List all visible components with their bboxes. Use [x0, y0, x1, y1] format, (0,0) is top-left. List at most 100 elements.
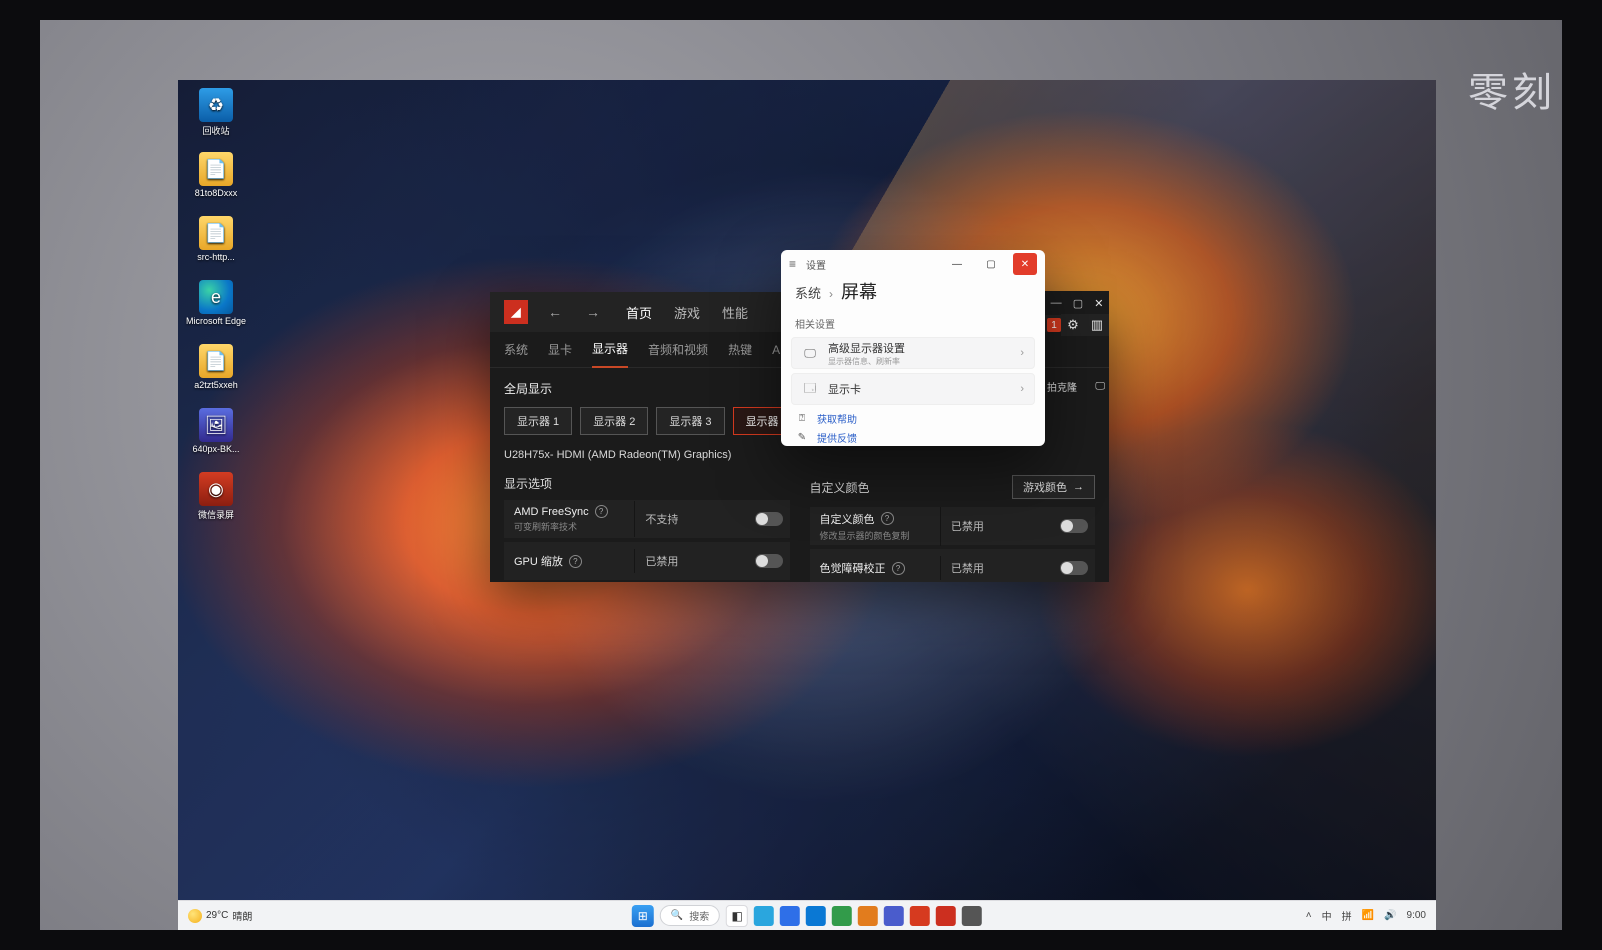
tab-gpu[interactable]: 显卡: [548, 332, 572, 367]
amd-clone-row-peek: 拍克隆 🖵: [1043, 375, 1109, 397]
info-icon[interactable]: ?: [892, 562, 905, 575]
amd-settings-gear-icon[interactable]: ⚙: [1061, 314, 1085, 336]
settings-window-title: 设置: [806, 257, 826, 272]
nav-back-button[interactable]: ←: [544, 304, 566, 320]
link-label: 提供反馈: [817, 430, 857, 445]
row-freesync-label: AMD FreeSync: [514, 506, 589, 518]
settings-breadcrumb: 系统 › 屏幕: [781, 278, 1045, 310]
desktop-icon-file-4[interactable]: 🖼 640px-BK...: [184, 408, 248, 466]
desktop-icon-label: 回收站: [202, 124, 229, 137]
monitor-screen: ♻ 回收站 📄 81to8Dxxx 📄 src-http... e Micros…: [178, 80, 1436, 930]
row-customcolor-label: 自定义颜色: [820, 511, 875, 527]
search-placeholder: 搜索: [689, 908, 709, 923]
amd-notification-badge[interactable]: 1: [1047, 318, 1061, 332]
amd-clone-label: 拍克隆: [1047, 379, 1077, 394]
gpuscale-toggle[interactable]: [755, 554, 783, 568]
give-feedback-link[interactable]: ✎ 提供反馈: [795, 430, 1031, 445]
info-icon[interactable]: ?: [595, 505, 608, 518]
desktop-icon-label: Microsoft Edge: [186, 316, 246, 326]
display-3-button[interactable]: 显示器 3: [656, 407, 724, 435]
info-icon[interactable]: ?: [569, 555, 582, 568]
row-gpu-scaling: GPU 缩放? 已禁用: [504, 542, 790, 580]
freesync-toggle[interactable]: [755, 512, 783, 526]
taskbar-app-edge[interactable]: [806, 906, 826, 926]
taskbar-app-2[interactable]: [780, 906, 800, 926]
taskbar-weather-widget[interactable]: 29°C 晴朗: [188, 908, 252, 923]
taskbar-app-settings[interactable]: [962, 906, 982, 926]
row-gpuscale-label: GPU 缩放: [514, 553, 563, 569]
tab-hotkeys[interactable]: 热键: [728, 332, 752, 367]
settings-item-title: 显示卡: [828, 381, 1010, 397]
display-2-button[interactable]: 显示器 2: [580, 407, 648, 435]
breadcrumb-display: 屏幕: [841, 278, 877, 304]
desktop-icon-label: a2tzt5xxeh: [194, 380, 238, 390]
desktop-icon-edge[interactable]: e Microsoft Edge: [184, 280, 248, 338]
ime-indicator-1[interactable]: 中: [1322, 908, 1332, 923]
settings-titlebar: ≡ 设置 — ▢ ✕: [781, 250, 1045, 278]
chevron-right-icon: ›: [1020, 347, 1024, 359]
desktop-icon-file-2[interactable]: 📄 src-http...: [184, 216, 248, 274]
settings-close-button[interactable]: ✕: [1013, 253, 1037, 275]
taskbar-app-6[interactable]: [884, 906, 904, 926]
amd-maximize-button[interactable]: ▢: [1073, 297, 1083, 310]
row-customcolor-sub: 修改显示器的颜色复制: [820, 529, 930, 542]
desktop-icon-label: src-http...: [197, 252, 235, 262]
amd-minimize-button[interactable]: —: [1051, 297, 1062, 309]
settings-item-title: 高级显示器设置: [828, 340, 1010, 356]
nav-games[interactable]: 游戏: [674, 303, 700, 322]
link-label: 获取帮助: [817, 411, 857, 426]
game-color-button[interactable]: 游戏颜色 →: [1012, 475, 1095, 499]
recycle-bin-icon: ♻: [199, 88, 233, 122]
nav-performance[interactable]: 性能: [722, 303, 748, 322]
clock-time[interactable]: 9:00: [1407, 910, 1426, 921]
row-freesync-sub: 可变刷新率技术: [514, 520, 624, 533]
nav-forward-button[interactable]: →: [582, 304, 604, 320]
get-help-link[interactable]: ⍰ 获取帮助: [795, 411, 1031, 426]
monitor-icon[interactable]: 🖵: [1095, 381, 1105, 392]
tab-audio-video[interactable]: 音频和视频: [648, 332, 708, 367]
hamburger-icon[interactable]: ≡: [789, 257, 796, 271]
taskbar-search[interactable]: 🔍 搜索: [660, 905, 720, 926]
taskbar-app-1[interactable]: [754, 906, 774, 926]
breadcrumb-system[interactable]: 系统: [795, 283, 821, 302]
start-button[interactable]: ⊞: [632, 905, 654, 927]
settings-item-advanced-display[interactable]: 🖵 高级显示器设置 显示器信息、刷新率 ›: [791, 337, 1035, 369]
settings-maximize-button[interactable]: ▢: [979, 253, 1003, 275]
help-icon: ⍰: [795, 413, 809, 424]
info-icon[interactable]: ?: [881, 512, 894, 525]
windows-settings-window: ≡ 设置 — ▢ ✕ 系统 › 屏幕 相关设置 🖵 高级显示器设置 显示器信息、…: [781, 250, 1045, 446]
amd-sidebar-toggle-icon[interactable]: ▥: [1085, 314, 1109, 336]
tab-display[interactable]: 显示器: [592, 331, 628, 368]
display-1-button[interactable]: 显示器 1: [504, 407, 572, 435]
related-settings-label: 相关设置: [781, 310, 1045, 333]
desktop-icon-file-3[interactable]: 📄 a2tzt5xxeh: [184, 344, 248, 402]
taskbar-right: ˄ 中 拼 📶 🔊 9:00: [1306, 908, 1436, 923]
taskbar-app-amd[interactable]: [936, 906, 956, 926]
file-icon: 📄: [199, 152, 233, 186]
taskbar-app-7[interactable]: [910, 906, 930, 926]
colortemp-toggle[interactable]: [1060, 561, 1088, 575]
desktop-icon-file-1[interactable]: 📄 81to8Dxxx: [184, 152, 248, 210]
tab-system[interactable]: 系统: [504, 332, 528, 367]
video-watermark: 零刻: [1468, 60, 1556, 118]
desktop-icon-label: 微信录屏: [198, 508, 234, 521]
nav-home[interactable]: 首页: [626, 303, 652, 322]
amd-close-button[interactable]: ✕: [1094, 297, 1103, 310]
desktop-icon-label: 81to8Dxxx: [195, 188, 238, 198]
ime-indicator-2[interactable]: 拼: [1342, 908, 1352, 923]
windows-taskbar: 29°C 晴朗 ⊞ 🔍 搜索 ◧: [178, 900, 1436, 930]
tray-chevron-icon[interactable]: ˄: [1306, 910, 1312, 921]
taskbar-app-5[interactable]: [858, 906, 878, 926]
wifi-icon[interactable]: 📶: [1362, 910, 1374, 921]
taskbar-app-4[interactable]: [832, 906, 852, 926]
desktop-icon-label: 640px-BK...: [192, 444, 239, 454]
desktop-icon-recycle-bin[interactable]: ♻ 回收站: [184, 88, 248, 146]
settings-minimize-button[interactable]: —: [945, 253, 969, 275]
image-icon: 🖼: [199, 408, 233, 442]
taskview-button[interactable]: ◧: [726, 905, 748, 927]
settings-item-graphics-card[interactable]: 🗔 显示卡 ›: [791, 373, 1035, 405]
volume-icon[interactable]: 🔊: [1384, 910, 1396, 921]
customcolor-toggle[interactable]: [1060, 519, 1088, 533]
desktop-icon-recorder[interactable]: ◉ 微信录屏: [184, 472, 248, 530]
row-customcolor-status: 已禁用: [941, 518, 1053, 534]
